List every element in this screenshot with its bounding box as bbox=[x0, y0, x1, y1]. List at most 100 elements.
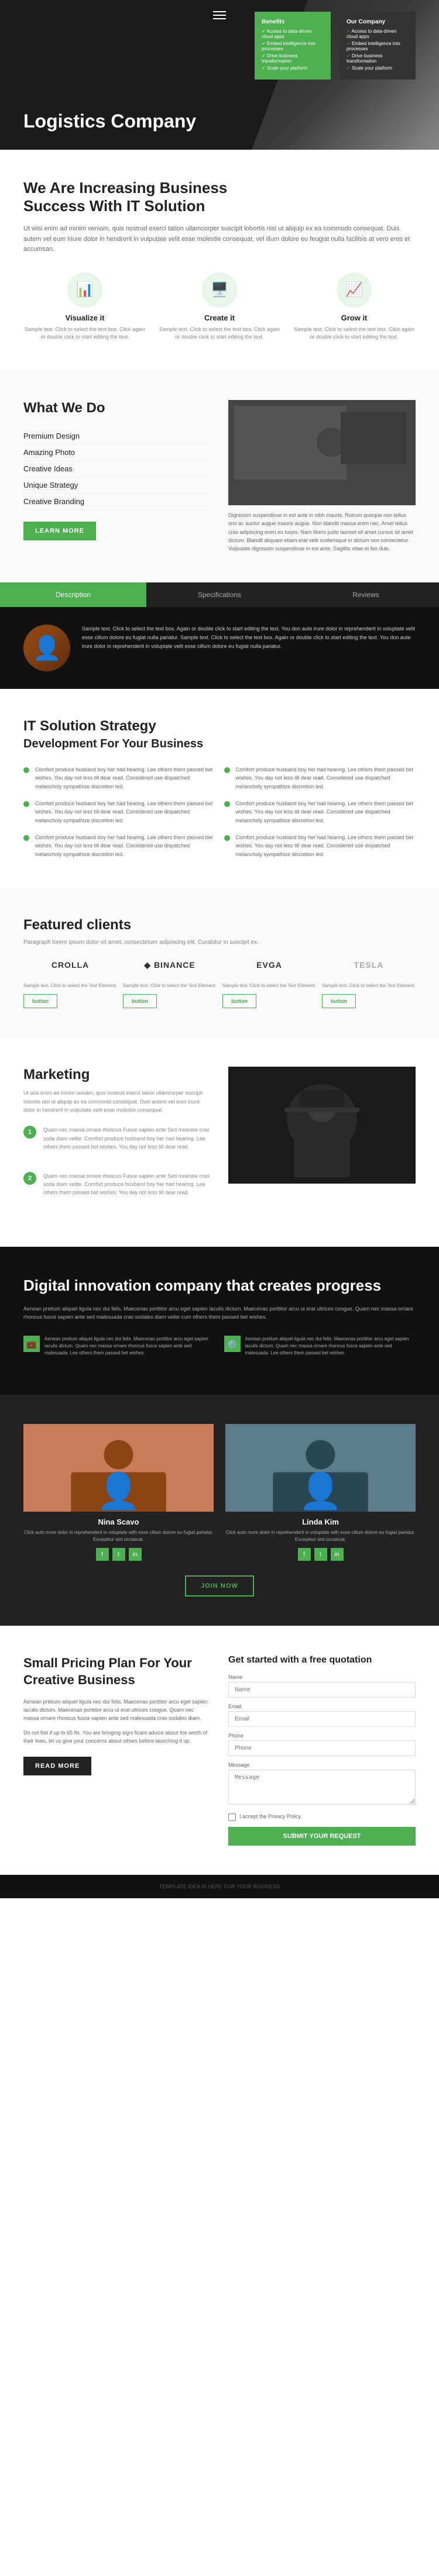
client-button-1[interactable]: button bbox=[23, 994, 57, 1008]
strategy-text: Comfort produce husband boy her had hear… bbox=[35, 765, 215, 791]
it-strategy-section: IT Solution Strategy Development For You… bbox=[0, 689, 439, 888]
digital-innovation-heading: Digital innovation company that creates … bbox=[23, 1276, 416, 1296]
strategy-dot bbox=[23, 835, 29, 841]
benefit-item: Access to data-driven cloud apps bbox=[262, 29, 324, 39]
message-field-group: Message bbox=[228, 1762, 416, 1808]
our-company-heading: Our Company bbox=[347, 19, 409, 25]
strategy-dot bbox=[224, 767, 230, 773]
privacy-label: I accept the Privacy Policy bbox=[239, 1813, 301, 1819]
featured-clients-desc: Paragraph lorem ipsum dolor sit amet, co… bbox=[23, 939, 416, 946]
strategy-dot bbox=[224, 801, 230, 807]
digital-feature-2: ⚙️ Aenean pretium aliquet ligula nec dui… bbox=[224, 1336, 416, 1357]
marketing-step-2: 2 Quam nec massa ornare rhoncus Fusce sa… bbox=[23, 1172, 211, 1209]
benefits-heading: Benefits bbox=[262, 19, 324, 25]
clients-logos-row: CROLLA ◆ BINANCE EVGA TESLA bbox=[23, 960, 416, 971]
marketing-section: Marketing Ut wisi enim ad minim veniam, … bbox=[0, 1037, 439, 1247]
wwd-item: Creative Ideas bbox=[23, 461, 211, 477]
our-company-box: Our Company Access to data-driven cloud … bbox=[339, 12, 416, 80]
client-descriptions-row: Sample text. Click to select the Text El… bbox=[23, 982, 416, 1008]
benefits-box: Benefits Access to data-driven cloud app… bbox=[255, 12, 331, 80]
strategy-text: Comfort produce husband boy her had hear… bbox=[236, 765, 416, 791]
marketing-right bbox=[228, 1067, 416, 1218]
client-button-4[interactable]: button bbox=[322, 994, 356, 1008]
digital-icon-2: ⚙️ bbox=[224, 1336, 241, 1352]
client-button-3[interactable]: button bbox=[222, 994, 256, 1008]
nina-name: Nina Scavo bbox=[23, 1518, 214, 1526]
strategy-dot bbox=[224, 835, 230, 841]
step-text-1: Quam nec massa ornare rhoncus Fusce sapi… bbox=[43, 1126, 211, 1151]
strategy-item: Comfort produce husband boy her had hear… bbox=[23, 799, 215, 825]
wwd-description: Dignissim suspendisse in est ante in nib… bbox=[228, 511, 416, 553]
hamburger-menu[interactable] bbox=[213, 9, 226, 22]
strategy-text: Comfort produce husband boy her had hear… bbox=[35, 833, 215, 858]
linda-facebook-icon[interactable]: f bbox=[298, 1548, 311, 1561]
privacy-checkbox-row: I accept the Privacy Policy bbox=[228, 1813, 416, 1821]
linda-linkedin-icon[interactable]: in bbox=[331, 1548, 344, 1561]
phone-input[interactable] bbox=[228, 1740, 416, 1756]
team-section: Nina Scavo Click auto more dolor in repr… bbox=[0, 1395, 439, 1626]
digital-features-row: 💼 Aenean pretium aliquet ligula nec dui … bbox=[23, 1336, 416, 1357]
email-input[interactable] bbox=[228, 1711, 416, 1727]
team-member-linda: Linda Kim Click auto more dolor in repre… bbox=[225, 1424, 416, 1561]
feature-visualize: 📊 Visualize it Sample text. Click to sel… bbox=[23, 273, 146, 342]
learn-more-button[interactable]: LEARN MORE bbox=[23, 522, 96, 540]
strategy-item: Comfort produce husband boy her had hear… bbox=[23, 765, 215, 791]
client-logo-tesla: TESLA bbox=[322, 960, 416, 971]
feature-title: Grow it bbox=[293, 313, 416, 322]
wwd-image bbox=[228, 400, 416, 505]
name-label: Name bbox=[228, 1674, 416, 1680]
wwd-heading: What We Do bbox=[23, 400, 211, 416]
step-number-2: 2 bbox=[23, 1172, 36, 1185]
feature-create: 🖥️ Create it Sample text. Click to selec… bbox=[158, 273, 281, 342]
marketing-steps: 1 Quam nec massa ornare rhoncus Fusce sa… bbox=[23, 1126, 211, 1208]
company-item: Drive business transformation bbox=[347, 53, 409, 64]
join-now-button[interactable]: JOIN NOW bbox=[185, 1575, 254, 1596]
client-desc-text: Sample text. Click to select the Text El… bbox=[23, 982, 117, 989]
digital-feature-text-1: Aenean pretium aliquet ligula nec dui fe… bbox=[44, 1336, 215, 1357]
business-section: We Are Increasing Business Success With … bbox=[0, 150, 439, 371]
nina-description: Click auto more dolor in reprehenderit i… bbox=[23, 1529, 214, 1543]
nina-facebook-icon[interactable]: f bbox=[96, 1548, 109, 1561]
features-row: 📊 Visualize it Sample text. Click to sel… bbox=[23, 273, 416, 342]
marketing-description: Ut wisi enim ad minim veniam, quis nostr… bbox=[23, 1089, 211, 1114]
strategy-dot bbox=[23, 767, 29, 773]
digital-icon-1: 💼 bbox=[23, 1336, 40, 1352]
nina-linkedin-icon[interactable]: in bbox=[129, 1548, 142, 1561]
wwd-left: What We Do Premium Design Amazing Photo … bbox=[23, 400, 211, 553]
grow-icon: 📈 bbox=[337, 273, 372, 308]
footer-text: TEMPLATE IDEA IS HERE FOR YOUR BUSINESS bbox=[23, 1884, 416, 1889]
footer: TEMPLATE IDEA IS HERE FOR YOUR BUSINESS bbox=[0, 1875, 439, 1898]
privacy-checkbox[interactable] bbox=[228, 1813, 236, 1821]
tab-specifications[interactable]: Specifications bbox=[146, 582, 293, 607]
tab-description[interactable]: Description bbox=[0, 582, 146, 607]
it-strategy-heading: IT Solution Strategy bbox=[23, 718, 416, 734]
company-item: Access to data-driven cloud apps bbox=[347, 29, 409, 39]
nina-twitter-icon[interactable]: t bbox=[112, 1548, 125, 1561]
submit-button[interactable]: Submit your request bbox=[228, 1827, 416, 1846]
company-item: Embed intelligence into processes bbox=[347, 41, 409, 51]
tab-profile: Sample text. Click to select the text bo… bbox=[23, 625, 416, 671]
strategy-item: Comfort produce husband boy her had hear… bbox=[224, 765, 416, 791]
linda-twitter-icon[interactable]: t bbox=[314, 1548, 327, 1561]
client-desc-text: Sample text. Click to select the Text El… bbox=[222, 982, 316, 989]
message-input[interactable] bbox=[228, 1770, 416, 1805]
name-field-group: Name bbox=[228, 1674, 416, 1698]
client-button-2[interactable]: button bbox=[123, 994, 157, 1008]
name-input[interactable] bbox=[228, 1682, 416, 1698]
tesla-logo: TESLA bbox=[354, 960, 384, 970]
featured-clients-section: Featured clients Paragraph lorem ipsum d… bbox=[0, 888, 439, 1037]
business-description: Ut wisi enim ad minim veniam, quis nostr… bbox=[23, 224, 416, 255]
join-button-wrap: JOIN NOW bbox=[23, 1575, 416, 1596]
wwd-item: Amazing Photo bbox=[23, 444, 211, 461]
business-heading: We Are Increasing Business Success With … bbox=[23, 179, 416, 215]
phone-label: Phone bbox=[228, 1733, 416, 1739]
client-desc-3: Sample text. Click to select the Text El… bbox=[222, 982, 316, 1008]
it-strategy-subheading: Development For Your Business bbox=[23, 737, 416, 751]
tab-reviews[interactable]: Reviews bbox=[293, 582, 439, 607]
feature-title: Visualize it bbox=[23, 313, 146, 322]
client-logo-crolla: CROLLA bbox=[23, 960, 117, 971]
digital-feature-1: 💼 Aenean pretium aliquet ligula nec dui … bbox=[23, 1336, 215, 1357]
hero-content-boxes: Benefits Access to data-driven cloud app… bbox=[255, 12, 416, 80]
feature-desc: Sample text. Click to select the text bo… bbox=[293, 326, 416, 342]
read-more-button[interactable]: READ MORE bbox=[23, 1757, 91, 1775]
